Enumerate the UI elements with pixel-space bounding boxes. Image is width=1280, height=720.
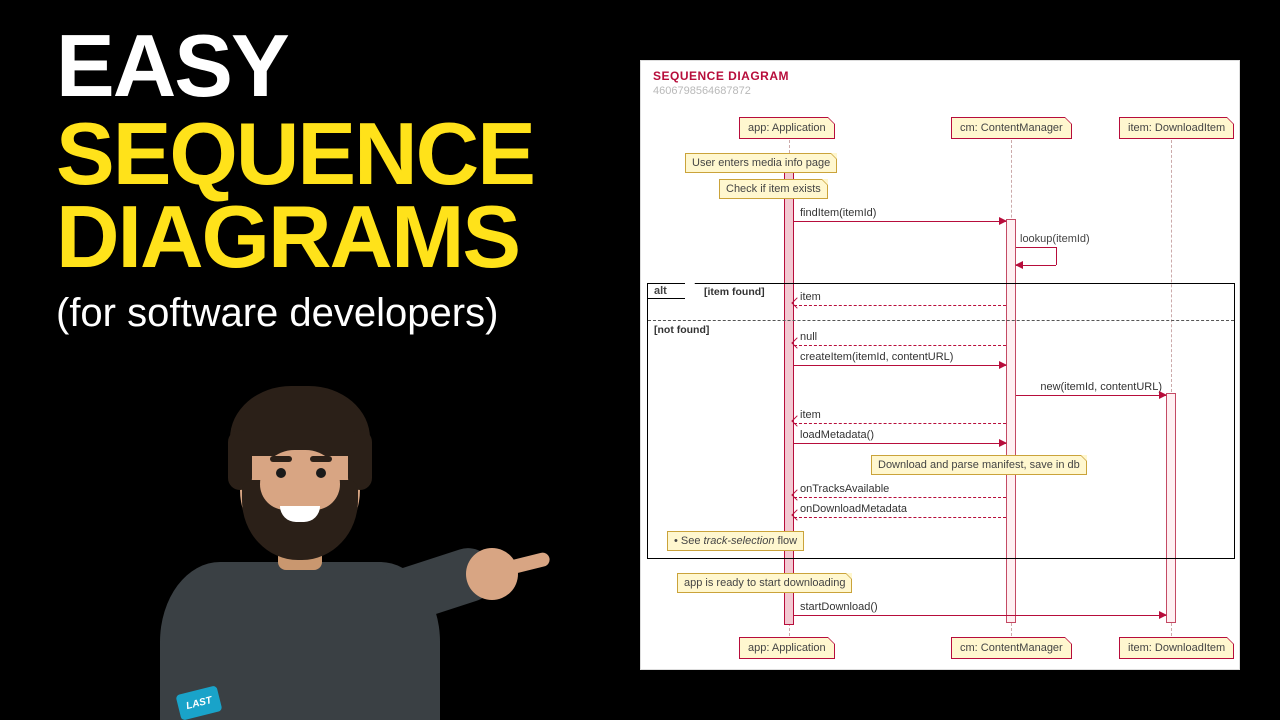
msg-null-return: null <box>794 335 1006 349</box>
msg-ontracks: onTracksAvailable <box>794 487 1006 501</box>
subtitle: (for software developers) <box>56 291 636 336</box>
alt-label: alt <box>647 283 685 299</box>
title-line-3: DIAGRAMS <box>56 195 636 279</box>
title-line-2: SEQUENCE <box>56 112 636 196</box>
sequence-diagram: SEQUENCE DIAGRAM 4606798564687872 app: A… <box>641 61 1239 669</box>
alt-guard-notfound: [not found] <box>654 324 709 336</box>
note-see-flow: • See track-selection flow <box>667 531 804 551</box>
alt-guard-found: [item found] <box>704 286 765 298</box>
msg-item-return: item <box>794 295 1006 309</box>
participant-app-bottom: app: Application <box>739 637 835 659</box>
presenter-brow <box>310 456 332 462</box>
note-download-manifest: Download and parse manifest, save in db <box>871 455 1087 475</box>
presenter-illustration: LAST <box>120 380 480 720</box>
diagram-title: SEQUENCE DIAGRAM <box>653 69 789 83</box>
note-enter-page: User enters media info page <box>685 153 837 173</box>
presenter-eye <box>316 468 326 478</box>
note-ready: app is ready to start downloading <box>677 573 852 593</box>
sequence-diagram-panel: SEQUENCE DIAGRAM 4606798564687872 app: A… <box>640 60 1240 670</box>
msg-createitem: createItem(itemId, contentURL) <box>794 355 1006 369</box>
diagram-subid: 4606798564687872 <box>653 85 751 97</box>
msg-item-return-2: item <box>794 413 1006 427</box>
msg-ondlmeta: onDownloadMetadata <box>794 507 1006 521</box>
participant-item-top: item: DownloadItem <box>1119 117 1234 139</box>
title-block: EASY SEQUENCE DIAGRAMS (for software dev… <box>56 24 636 336</box>
msg-startdownload: startDownload() <box>794 605 1166 619</box>
note-check-exists: Check if item exists <box>719 179 828 199</box>
participant-cm-top: cm: ContentManager <box>951 117 1072 139</box>
msg-finditem: findItem(itemId) <box>794 211 1006 225</box>
presenter-eye <box>276 468 286 478</box>
participant-item-bottom: item: DownloadItem <box>1119 637 1234 659</box>
msg-new-item: new(itemId, contentURL) <box>1016 385 1166 399</box>
msg-loadmetadata: loadMetadata() <box>794 433 1006 447</box>
participant-cm-bottom: cm: ContentManager <box>951 637 1072 659</box>
alt-divider <box>648 320 1234 321</box>
thumbnail-stage: EASY SEQUENCE DIAGRAMS (for software dev… <box>0 0 1280 720</box>
presenter-brow <box>270 456 292 462</box>
participant-app-top: app: Application <box>739 117 835 139</box>
presenter-finger <box>507 551 551 575</box>
presenter-hand <box>466 548 518 600</box>
title-line-1: EASY <box>56 24 636 108</box>
